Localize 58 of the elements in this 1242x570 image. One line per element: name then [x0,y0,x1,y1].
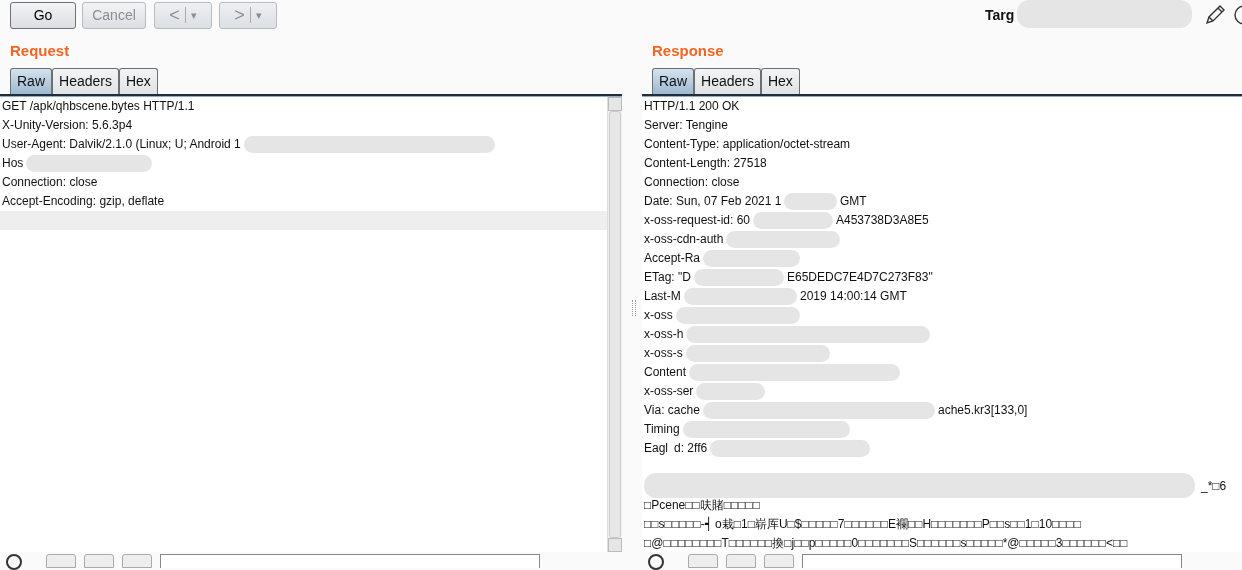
text-fragment: GMT [840,192,867,210]
text-line: Accept-Ra [644,249,701,267]
tab[interactable]: Hex [760,67,800,94]
text-line: Connection: close [2,173,98,191]
go-button[interactable]: Go [10,1,76,29]
text-fragment: _*□6 [1201,477,1227,495]
target-label: Targ [985,6,1015,25]
text-fragment: E65DEDC7E4D7C273F83" [787,268,933,286]
small-button[interactable] [764,553,794,568]
text-line: x-oss-ser [644,382,694,400]
text-line: Content [644,363,687,381]
text-line: ETag: "D [644,268,691,286]
text-line: Accept-Encoding: gzip, deflate [2,192,165,210]
tab[interactable]: Raw [652,67,694,94]
pencil-icon[interactable] [1204,4,1226,26]
text-line: Content-Length: 27518 [644,154,767,172]
text-line: X-Unity-Version: 5.6.3p4 [2,116,133,134]
small-button[interactable] [726,553,756,568]
text-line: Timing [644,420,680,438]
help-icon[interactable] [648,553,664,570]
small-button[interactable] [46,553,76,568]
text-line: GET /apk/qhbscene.bytes HTTP/1.1 [2,97,195,115]
scrollbar[interactable] [607,96,622,552]
small-button[interactable] [688,553,718,568]
search-field[interactable] [160,553,540,568]
tab[interactable]: Headers [694,67,761,94]
help-icon[interactable] [1233,4,1242,26]
text-line: HTTP/1.1 200 OK [644,97,740,115]
text-line: x-oss-s [644,344,683,362]
text-line: x-oss-h [644,325,684,343]
search-field[interactable] [802,553,1182,568]
text-line: Date: Sun, 07 Feb 2021 1 [644,192,782,210]
text-line: Server: Tengine [644,116,728,134]
text-line: x-oss [644,306,673,324]
text-line: User-Agent: Dalvik/2.1.0 (Linux; U; Android 1 [2,135,241,153]
text-line: Via: cache [644,401,700,419]
small-button[interactable] [84,553,114,568]
text-line: Connection: close [644,173,740,191]
text-line: □□s□□□□□-┥ o栽□1□崭厍U□$□□□□□7□□□□□□E襴□□H□□□□□□□P□□s□□1□10□□□□ [644,515,1082,533]
text-line: Hos [2,154,24,172]
text-line: □Pcene□□呋賭□□□□□ [644,496,760,514]
small-button[interactable] [122,553,152,568]
text-line: Last-M [644,287,681,305]
tab[interactable]: Headers [52,67,119,94]
response-title: Response [651,41,725,61]
text-fragment: ache5.kr3[133,0] [938,401,1028,419]
text-line: Content-Type: application/octet-stream [644,135,851,153]
text-fragment: d: 2ff6 [674,439,708,457]
request-title: Request [9,41,71,61]
text-line: x-oss-cdn-auth [644,230,724,248]
text-fragment: A453738D3A8E5 [836,211,929,229]
tab[interactable]: Raw [10,67,52,94]
text-line: x-oss-request-id: 60 [644,211,751,229]
text-fragment: 2019 14:00:14 GMT [800,287,907,305]
text-line: □@□□□□□□□□T□□□□□□換□j□□p□□□□□0□□□□□□□S□□□□□□s□□□□□*@□□□□□3□□□□□□<□□ [644,534,1128,552]
text-line: Eagl [644,439,669,457]
tab[interactable]: Hex [118,67,158,94]
help-icon[interactable] [6,553,22,570]
